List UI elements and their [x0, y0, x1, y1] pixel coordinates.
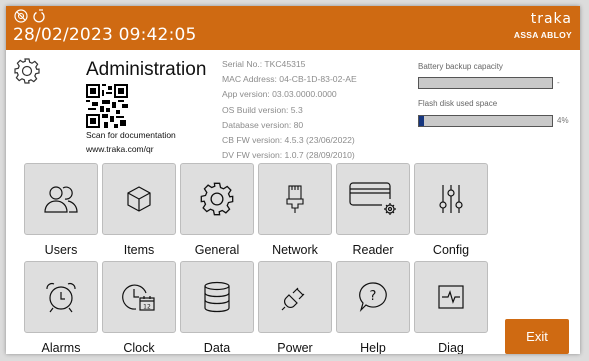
users-tile[interactable] — [24, 163, 98, 235]
mac-address: MAC Address: 04-CB-1D-83-02-AE — [222, 74, 357, 85]
status-icons — [14, 9, 46, 25]
alarms-tile[interactable] — [24, 261, 98, 333]
general-label: General — [194, 243, 240, 257]
system-info: Serial No.: TKC45315 MAC Address: 04-CB-… — [222, 57, 357, 163]
database-version: Database version: 80 — [222, 119, 304, 130]
items-tile[interactable] — [102, 163, 176, 235]
svg-text:?: ? — [370, 289, 377, 304]
alarms-label: Alarms — [41, 341, 81, 354]
battery-value: - — [557, 78, 560, 87]
help-label: Help — [360, 341, 386, 354]
gear-icon — [200, 182, 234, 216]
qr-code[interactable] — [86, 84, 128, 128]
settings-gear-icon — [14, 58, 40, 84]
battery-label: Battery backup capacity — [418, 62, 503, 71]
flash-value: 4% — [557, 116, 569, 125]
users-icon — [44, 186, 78, 213]
clock-tile[interactable]: 12 — [102, 261, 176, 333]
card-reader-icon — [349, 182, 396, 215]
serial-number: Serial No.: TKC45315 — [222, 59, 306, 69]
help-icon: ? — [359, 282, 387, 313]
sliders-icon — [439, 185, 463, 213]
flash-bar-fill — [419, 116, 425, 126]
cube-icon — [127, 186, 151, 212]
ethernet-icon — [286, 185, 304, 213]
network-label: Network — [272, 243, 318, 257]
reader-tile[interactable] — [336, 163, 410, 235]
plug-icon — [281, 287, 305, 311]
scan-instructions: Scan for documentation — [86, 130, 176, 140]
dv-fw-version: DV FW version: 1.0.7 (28/09/2010) — [222, 150, 355, 161]
date-time: 28/02/2023 09:42:05 — [13, 25, 197, 45]
config-tile[interactable] — [414, 163, 488, 235]
svg-text:12: 12 — [143, 304, 151, 311]
no-camera-icon — [14, 9, 28, 23]
items-label: Items — [123, 243, 155, 257]
header-bar: 28/02/2023 09:42:05 traka ASSA ABLOY — [6, 6, 580, 50]
admin-screen: 28/02/2023 09:42:05 traka ASSA ABLOY Adm… — [6, 6, 580, 354]
reader-label: Reader — [352, 243, 394, 257]
power-label: Power — [277, 341, 313, 354]
network-tile[interactable] — [258, 163, 332, 235]
clock-calendar-icon: 12 — [122, 284, 155, 311]
page-title: Administration — [86, 59, 207, 80]
brand-logo: traka ASSA ABLOY — [514, 11, 572, 40]
diag-label: Diag — [438, 341, 464, 354]
data-tile[interactable] — [180, 261, 254, 333]
cb-fw-version: CB FW version: 4.5.3 (23/06/2022) — [222, 135, 355, 146]
alarm-clock-icon — [46, 282, 76, 313]
power-tile[interactable] — [258, 261, 332, 333]
general-tile[interactable] — [180, 163, 254, 235]
exit-button[interactable]: Exit — [505, 319, 569, 354]
app-version: App version: 03.03.0000.0000 — [222, 89, 337, 100]
power-icon — [33, 9, 45, 23]
os-build-version: OS Build version: 5.3 — [222, 104, 303, 115]
data-label: Data — [203, 341, 231, 354]
diag-tile[interactable] — [414, 261, 488, 333]
help-tile[interactable]: ? — [336, 261, 410, 333]
flash-bar — [418, 115, 553, 127]
brand-subtitle: ASSA ABLOY — [513, 30, 572, 40]
battery-bar — [418, 77, 553, 89]
database-icon — [204, 281, 230, 313]
flash-label: Flash disk used space — [418, 99, 498, 108]
users-label: Users — [44, 243, 78, 257]
brand-name: traka — [530, 11, 572, 27]
clock-label: Clock — [123, 341, 155, 354]
diagnostics-icon — [438, 285, 464, 309]
config-label: Config — [432, 243, 470, 257]
documentation-url: www.traka.com/qr — [86, 144, 154, 154]
